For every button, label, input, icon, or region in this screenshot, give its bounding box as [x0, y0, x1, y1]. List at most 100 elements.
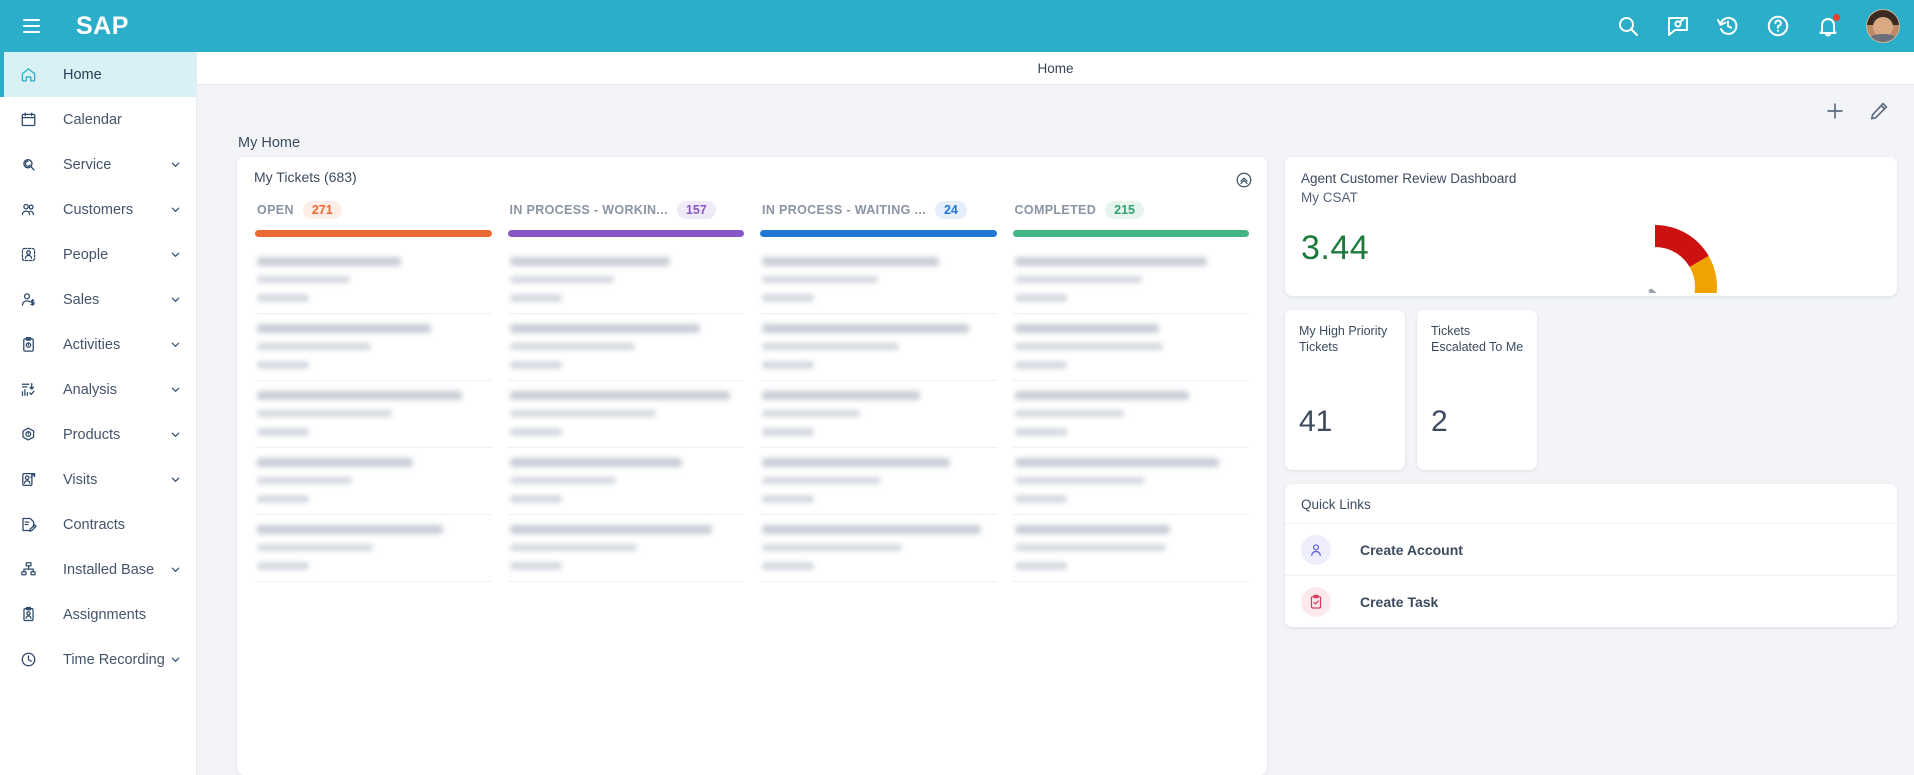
- chevron-down-icon[interactable]: [170, 294, 181, 305]
- csat-widget-subtitle: My CSAT: [1301, 190, 1358, 205]
- time-recording-icon: [18, 650, 38, 670]
- kanban-column-bar: [507, 230, 744, 237]
- ticket-card[interactable]: [255, 381, 492, 448]
- ticket-card[interactable]: [760, 515, 997, 582]
- kpi-tiles: My High Priority Tickets 41 Tickets Escala…: [1285, 310, 1914, 470]
- sidebar-item-service[interactable]: Service: [0, 142, 196, 187]
- ticket-title: [509, 324, 701, 333]
- history-icon[interactable]: [1716, 14, 1740, 38]
- sidebar-item-assignments[interactable]: Assignments: [0, 592, 196, 637]
- chevron-down-icon[interactable]: [170, 654, 181, 665]
- sidebar-item-visits[interactable]: Visits: [0, 457, 196, 502]
- ticket-id-chip: [257, 495, 309, 503]
- ticket-card[interactable]: [760, 247, 997, 314]
- assignments-icon: [18, 605, 38, 625]
- csat-gauge: [1575, 213, 1735, 296]
- sales-icon: [18, 290, 38, 310]
- pencil-icon[interactable]: [1868, 100, 1890, 122]
- ticket-subtitle: [1014, 276, 1143, 283]
- kanban-column-bar: [1012, 230, 1249, 237]
- ticket-card[interactable]: [1012, 381, 1249, 448]
- ticket-subtitle: [257, 343, 371, 350]
- sidebar-item-contracts[interactable]: Contracts: [0, 502, 196, 547]
- kanban-column-title: IN PROCESS - WAITING ...: [762, 203, 926, 217]
- chevron-up-circle-icon[interactable]: [1235, 171, 1253, 189]
- ticket-title: [509, 458, 682, 467]
- quick-links-card: Quick Links Create Account Create Task: [1285, 484, 1897, 627]
- ticket-card[interactable]: [507, 381, 744, 448]
- sidebar-item-label: Analysis: [63, 381, 117, 398]
- quick-link-create-task[interactable]: Create Task: [1285, 575, 1897, 627]
- ticket-id-chip: [257, 361, 309, 369]
- avatar[interactable]: [1866, 9, 1900, 43]
- ticket-card[interactable]: [507, 247, 744, 314]
- ticket-card[interactable]: [255, 515, 492, 582]
- quick-link-create-account[interactable]: Create Account: [1285, 523, 1897, 575]
- notifications-icon[interactable]: [1816, 14, 1840, 38]
- chevron-down-icon[interactable]: [170, 429, 181, 440]
- ticket-card[interactable]: [1012, 314, 1249, 381]
- csat-titles: Agent Customer Review Dashboard My CSAT: [1301, 169, 1516, 207]
- ticket-card[interactable]: [255, 448, 492, 515]
- kanban-card-list: [1012, 247, 1249, 582]
- kanban-column-bar: [255, 230, 492, 237]
- ticket-title: [509, 257, 670, 266]
- chevron-down-icon[interactable]: [170, 384, 181, 395]
- kanban-column-header: COMPLETED 215: [1013, 197, 1250, 223]
- sidebar-item-installed-base[interactable]: Installed Base: [0, 547, 196, 592]
- sidebar-item-activities[interactable]: Activities: [0, 322, 196, 367]
- ticket-card[interactable]: [760, 381, 997, 448]
- kanban-column: IN PROCESS - WAITING ... 24: [752, 197, 1005, 582]
- ticket-subtitle: [762, 544, 902, 551]
- notification-badge: [1833, 14, 1840, 21]
- help-icon[interactable]: [1766, 14, 1790, 38]
- person-icon: [1301, 534, 1331, 565]
- chevron-down-icon[interactable]: [170, 249, 181, 260]
- kanban-card-list: [507, 247, 744, 582]
- hamburger-icon[interactable]: [8, 19, 54, 33]
- chevron-down-icon[interactable]: [170, 159, 181, 170]
- ticket-card[interactable]: [760, 448, 997, 515]
- search-icon[interactable]: [1616, 14, 1640, 38]
- sidebar-item-sales[interactable]: Sales: [0, 277, 196, 322]
- kanban-card-list: [255, 247, 492, 582]
- ticket-card[interactable]: [507, 314, 744, 381]
- sidebar-item-time-recording[interactable]: Time Recording: [0, 637, 196, 682]
- sidebar-item-products[interactable]: Products: [0, 412, 196, 457]
- chat-icon[interactable]: [1666, 14, 1690, 38]
- ticket-card[interactable]: [760, 314, 997, 381]
- customers-icon: [18, 200, 38, 220]
- ticket-card[interactable]: [255, 314, 492, 381]
- ticket-card[interactable]: [255, 247, 492, 314]
- dashboard-right-rail: Agent Customer Review Dashboard My CSAT …: [1285, 157, 1914, 627]
- chevron-down-icon[interactable]: [170, 339, 181, 350]
- chevron-down-icon[interactable]: [170, 204, 181, 215]
- sidebar-item-label: Time Recording: [63, 651, 165, 668]
- ticket-card[interactable]: [1012, 247, 1249, 314]
- kanban-column-count: 157: [676, 201, 716, 219]
- ticket-title: [257, 257, 402, 266]
- contracts-icon: [18, 515, 38, 535]
- sidebar-item-customers[interactable]: Customers: [0, 187, 196, 232]
- ticket-title: [1014, 391, 1189, 400]
- sidebar-item-people[interactable]: People: [0, 232, 196, 277]
- ticket-subtitle: [509, 276, 615, 283]
- ticket-card[interactable]: [1012, 515, 1249, 582]
- kpi-tile[interactable]: Tickets Escalated To Me 2: [1417, 310, 1537, 470]
- ticket-title: [762, 458, 951, 467]
- kpi-tile[interactable]: My High Priority Tickets 41: [1285, 310, 1405, 470]
- ticket-subtitle: [762, 343, 900, 350]
- sidebar-item-label: Assignments: [63, 606, 147, 623]
- add-widget-button[interactable]: [1824, 100, 1846, 122]
- sidebar-item-analysis[interactable]: Analysis: [0, 367, 196, 412]
- chevron-down-icon[interactable]: [170, 564, 181, 575]
- chevron-down-icon[interactable]: [170, 474, 181, 485]
- ticket-id-chip: [509, 428, 562, 436]
- ticket-card[interactable]: [507, 515, 744, 582]
- ticket-card[interactable]: [507, 448, 744, 515]
- ticket-card[interactable]: [1012, 448, 1249, 515]
- sidebar-item-calendar[interactable]: Calendar: [0, 97, 196, 142]
- ticket-subtitle: [257, 544, 374, 551]
- ticket-id-chip: [257, 294, 309, 302]
- sidebar-item-home[interactable]: Home: [0, 52, 196, 97]
